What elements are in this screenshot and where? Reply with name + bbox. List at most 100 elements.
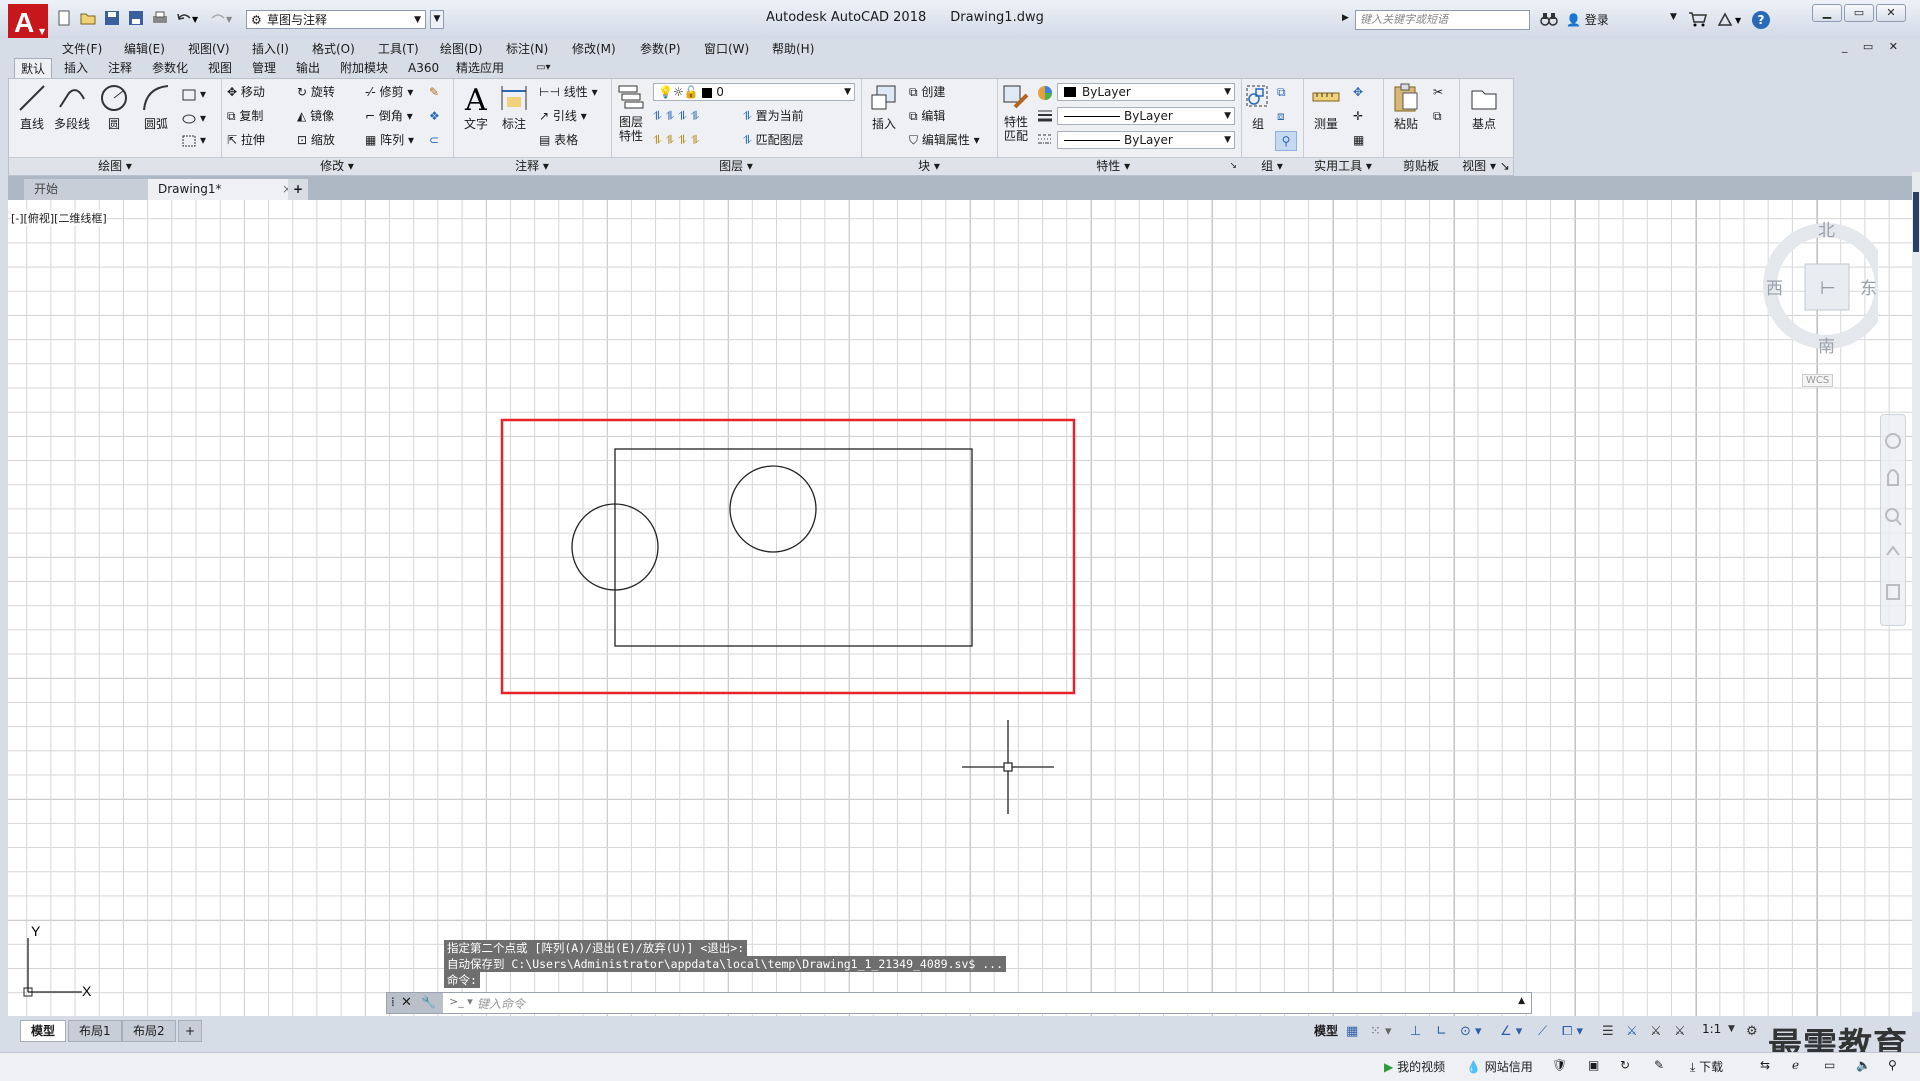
dimension-tool[interactable]: 标注 bbox=[495, 83, 533, 132]
panel-block-title[interactable]: 块 ▾ bbox=[861, 157, 997, 175]
leader-tool[interactable]: ↗ 引线 ▾ bbox=[539, 107, 587, 125]
menu-tools[interactable]: 工具(T) bbox=[378, 40, 419, 57]
open-file-icon[interactable] bbox=[80, 10, 98, 28]
panel-draw-title[interactable]: 绘图 ▾ bbox=[9, 157, 221, 175]
menu-help[interactable]: 帮助(H) bbox=[772, 40, 814, 57]
gear-icon[interactable]: ⚙ bbox=[1746, 1024, 1758, 1039]
new-tab-button[interactable]: + bbox=[288, 179, 308, 200]
scrollbar-thumb[interactable] bbox=[1913, 192, 1919, 252]
workspace-dropdown[interactable]: ⚙ 草图与注释 ▼ bbox=[246, 10, 426, 29]
scale-tool[interactable]: ⊡ 缩放 bbox=[297, 131, 335, 149]
panel-utilities-title[interactable]: 实用工具 ▾ bbox=[1303, 157, 1383, 175]
hatch-icon[interactable]: ▾ bbox=[181, 109, 206, 127]
ungroup-icon[interactable]: ⧉ bbox=[1277, 83, 1286, 101]
search-icon[interactable]: ⚲ bbox=[1888, 1058, 1897, 1072]
object-snap-icon[interactable]: ⧠ ▾ bbox=[1562, 1024, 1583, 1039]
add-layout-button[interactable]: + bbox=[178, 1020, 203, 1042]
linear-dim-tool[interactable]: ⊢⊣ 线性 ▾ bbox=[539, 83, 598, 101]
exchange-icon[interactable]: ▼ bbox=[1716, 11, 1744, 27]
osnap-tracking-icon[interactable]: ∠ ▾ bbox=[1500, 1024, 1522, 1039]
line-tool[interactable]: 直线 bbox=[13, 83, 51, 132]
network-icon[interactable]: ⇆ bbox=[1760, 1058, 1770, 1072]
layout-tab-1[interactable]: 布局1 bbox=[68, 1020, 122, 1042]
layer-tools-row2[interactable]: ⥮ ⥮ ⥮ ⥮ bbox=[653, 131, 699, 149]
quick-select-icon[interactable]: ✥ bbox=[1353, 83, 1363, 101]
net-credit-item[interactable]: 💧 网站信用 bbox=[1466, 1058, 1533, 1075]
table-tool[interactable]: ▤ 表格 bbox=[539, 131, 578, 149]
create-block-tool[interactable]: ⧉ 创建 bbox=[909, 83, 945, 101]
tools-icon[interactable]: ✎ bbox=[1654, 1058, 1664, 1072]
copy-tool[interactable]: ⧉ 复制 bbox=[227, 107, 263, 125]
redo-icon[interactable]: ▼ bbox=[210, 10, 232, 28]
annotation-visibility-icon[interactable]: ⚔ bbox=[1626, 1024, 1638, 1039]
cart-icon[interactable] bbox=[1688, 11, 1708, 27]
ie-icon[interactable]: ℯ bbox=[1792, 1058, 1799, 1072]
save-as-icon[interactable] bbox=[128, 10, 146, 28]
menu-edit[interactable]: 编辑(E) bbox=[124, 40, 165, 57]
polar-icon[interactable]: ⊙ ▾ bbox=[1460, 1024, 1482, 1039]
set-current-tool[interactable]: ⥮ 置为当前 bbox=[743, 107, 804, 125]
viewcube-north[interactable]: 北 bbox=[1818, 216, 1835, 241]
edit-attributes-tool[interactable]: ⛉ 编辑属性 ▾ bbox=[909, 131, 980, 149]
stretch-tool[interactable]: ⇱ 拉伸 bbox=[227, 131, 265, 149]
lineweight-toggle-icon[interactable]: ☰ bbox=[1602, 1024, 1614, 1039]
tab-manage[interactable]: 管理 bbox=[246, 58, 282, 78]
chevron-down-icon[interactable]: ▼ bbox=[1670, 12, 1677, 22]
search-expand-icon[interactable]: ▶ bbox=[1342, 13, 1349, 23]
save-icon[interactable] bbox=[104, 10, 122, 28]
tab-annotate[interactable]: 注释 bbox=[102, 58, 138, 78]
point-icon[interactable]: ✛ bbox=[1353, 107, 1363, 125]
group-tool[interactable]: 组 bbox=[1243, 83, 1273, 132]
viewcube-east[interactable]: 东 bbox=[1860, 274, 1877, 299]
menu-file[interactable]: 文件(F) bbox=[62, 40, 102, 57]
my-video-item[interactable]: ▶ 我的视频 bbox=[1384, 1058, 1445, 1075]
layer-dropdown[interactable]: 💡☼🔓 0 ▼ bbox=[653, 83, 855, 101]
help-icon[interactable]: ? bbox=[1752, 11, 1770, 29]
menu-dimension[interactable]: 标注(N) bbox=[506, 40, 548, 57]
layout-tab-2[interactable]: 布局2 bbox=[122, 1020, 176, 1042]
arc-tool[interactable]: 圆弧 bbox=[137, 83, 175, 132]
tab-view[interactable]: 视图 bbox=[202, 58, 238, 78]
volume-icon[interactable]: 🔈 bbox=[1856, 1058, 1871, 1072]
menu-parametric[interactable]: 参数(P) bbox=[640, 40, 681, 57]
grid-icon[interactable]: ▦ bbox=[1346, 1024, 1358, 1039]
viewcube[interactable]: ⊢ 北 南 东 西 WCS bbox=[1748, 212, 1878, 392]
erase-tool[interactable]: ✎ bbox=[429, 83, 439, 101]
rectangle-icon[interactable]: ▾ bbox=[181, 85, 206, 103]
isodraft-icon[interactable]: ⟋ bbox=[1538, 1024, 1547, 1039]
match-layer-tool[interactable]: ⥮ 匹配图层 bbox=[743, 131, 804, 149]
menu-window[interactable]: 窗口(W) bbox=[704, 40, 749, 57]
panel-groups-title[interactable]: 组 ▾ bbox=[1241, 157, 1303, 175]
tab-drawing1[interactable]: Drawing1* × bbox=[148, 179, 298, 200]
lineweight-dropdown[interactable]: ByLayer ▼ bbox=[1057, 107, 1235, 125]
refresh-icon[interactable]: ↻ bbox=[1620, 1058, 1630, 1072]
search-input[interactable]: 键入关键字或短语 bbox=[1355, 10, 1530, 30]
paste-tool[interactable]: 粘贴 bbox=[1387, 83, 1425, 132]
auto-scale-icon[interactable]: ⚔ bbox=[1650, 1024, 1662, 1039]
model-space-toggle[interactable]: 模型 bbox=[1314, 1022, 1338, 1039]
explode-tool[interactable]: ❖ bbox=[429, 107, 440, 125]
image-icon[interactable]: ▣ bbox=[1588, 1058, 1599, 1072]
base-view-tool[interactable]: 基点 bbox=[1465, 83, 1503, 132]
cut-icon[interactable]: ✂ bbox=[1433, 83, 1443, 101]
panel-layers-title[interactable]: 图层 ▾ bbox=[611, 157, 861, 175]
window-icon[interactable]: ▭ bbox=[1824, 1058, 1835, 1072]
binoculars-icon[interactable] bbox=[1540, 11, 1558, 27]
circle-tool[interactable]: 圆 bbox=[95, 83, 133, 132]
region-icon[interactable]: ▾ bbox=[181, 131, 206, 149]
tab-output[interactable]: 输出 bbox=[290, 58, 326, 78]
layout-tab-model[interactable]: 模型 bbox=[20, 1020, 67, 1042]
mirror-tool[interactable]: ◭ 镜像 bbox=[297, 107, 334, 125]
wcs-menu[interactable]: WCS bbox=[1802, 374, 1834, 387]
document-window-controls[interactable]: _ ▭ ✕ bbox=[1842, 40, 1904, 53]
command-input[interactable]: 键入命令 bbox=[477, 995, 525, 1012]
ribbon-options-button[interactable]: ▭▾ bbox=[530, 58, 556, 78]
layer-properties-tool[interactable]: 图层 特性 bbox=[613, 83, 649, 143]
ortho-icon[interactable]: ⊥ bbox=[1410, 1024, 1421, 1039]
linetype-dropdown[interactable]: ByLayer ▼ bbox=[1057, 131, 1235, 149]
customize-qat-button[interactable]: ▼ bbox=[430, 10, 444, 29]
tab-featured-apps[interactable]: 精选应用 bbox=[450, 58, 510, 78]
polyline-tool[interactable]: 多段线 bbox=[53, 83, 91, 132]
download-item[interactable]: ⤓ 下载 bbox=[1690, 1058, 1723, 1075]
command-line-grip[interactable]: ⁞ ✕ 🔧 bbox=[387, 993, 443, 1013]
